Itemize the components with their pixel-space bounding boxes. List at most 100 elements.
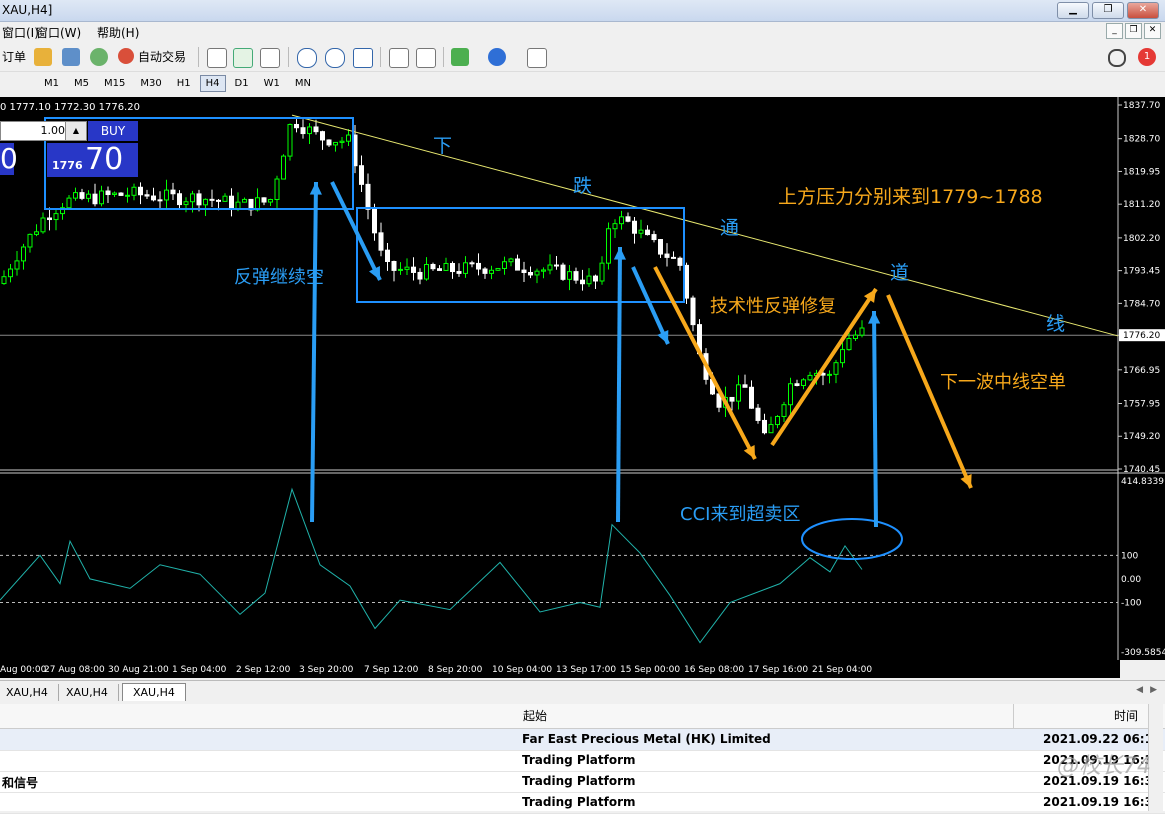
candle-body <box>53 213 59 221</box>
candle-body <box>450 262 455 273</box>
tab-right-arrow-icon[interactable]: ▶ <box>1150 685 1157 695</box>
mdi-close-button[interactable]: ✕ <box>1144 23 1161 39</box>
zoom-in-icon[interactable] <box>297 48 317 68</box>
timeframe-h4[interactable]: H4 <box>199 74 226 92</box>
mdi-restore-button[interactable]: ❐ <box>1125 23 1142 39</box>
y-tick-label: 1811.20 <box>1123 200 1160 210</box>
row-left: 和信号 <box>2 776 39 790</box>
tile-windows-icon[interactable] <box>353 48 373 68</box>
timeframe-m5[interactable]: M5 <box>68 75 95 92</box>
buy-price-box[interactable]: 1776 70 <box>47 143 138 177</box>
candle-body <box>853 334 858 340</box>
col-source[interactable]: 起始 <box>523 707 547 724</box>
menu-window[interactable]: 窗口(W) <box>36 24 81 41</box>
candle-body <box>775 415 780 426</box>
y-tick-label: 1802.20 <box>1123 234 1160 244</box>
buy-button[interactable]: BUY <box>88 121 138 141</box>
row-time: 2021.09.22 06:14 <box>1043 732 1162 746</box>
lot-up-button[interactable]: ▲ <box>65 121 87 141</box>
y-tick-label: 1793.45 <box>1123 267 1160 277</box>
candle-body <box>599 262 605 282</box>
lot-input[interactable]: 1.00 <box>0 121 66 141</box>
timeframe-d1[interactable]: D1 <box>229 75 255 92</box>
candle-body <box>502 261 507 269</box>
sell-price-big[interactable]: 0 <box>0 143 18 175</box>
candle-body <box>560 264 566 280</box>
timeframe-m30[interactable]: M30 <box>134 75 167 92</box>
x-tick-label: 7 Sep 12:00 <box>364 665 419 675</box>
chart-tab-3[interactable]: XAU,H4 <box>122 683 186 701</box>
clock-icon[interactable] <box>488 48 506 66</box>
table-row[interactable]: Far East Precious Metal (HK) Limited 202… <box>0 729 1165 751</box>
zoom-out-icon[interactable] <box>325 48 345 68</box>
price-chart: 414.8339 100 0.00 -100 -309.5854 1837.70 1828… <box>0 97 1165 660</box>
autoscroll-icon[interactable] <box>389 48 409 68</box>
chart-tab-1[interactable]: XAU,H4 <box>0 684 59 701</box>
annotation-cci-note: CCI来到超卖区 <box>680 504 800 525</box>
candle-body <box>534 270 540 276</box>
menu-help[interactable]: 帮助(H) <box>97 24 139 41</box>
candle-body <box>807 374 813 381</box>
line-chart-icon[interactable] <box>260 48 280 68</box>
timeframe-mn[interactable]: MN <box>289 75 317 92</box>
table-row[interactable]: 和信号 Trading Platform 2021.09.19 16:30 <box>0 771 1165 793</box>
candle-body <box>671 256 676 259</box>
candle-body <box>638 229 644 234</box>
indicators-icon[interactable] <box>451 48 469 66</box>
notification-badge[interactable]: 1 <box>1138 48 1156 66</box>
candle-body <box>469 262 475 265</box>
y-tick-label: 1766.95 <box>1123 366 1160 376</box>
timeframe-h1[interactable]: H1 <box>171 75 197 92</box>
candle-body <box>320 131 325 141</box>
y-tick-label: 1828.70 <box>1123 135 1160 145</box>
x-tick-label: 10 Sep 04:00 <box>492 665 552 675</box>
autotrade-button[interactable]: 自动交易 <box>138 47 186 67</box>
chart-shift-icon[interactable] <box>416 48 436 68</box>
table-row[interactable]: Trading Platform 2021.09.19 16:30 <box>0 750 1165 772</box>
menu-tools[interactable]: 窗口(I) <box>2 24 39 41</box>
window-title: XAU,H4] <box>2 3 53 17</box>
candle-body <box>515 258 520 271</box>
candle-body <box>47 217 52 221</box>
y-tick-label: 1837.70 <box>1123 101 1160 111</box>
candle-body <box>827 373 832 376</box>
minimize-button[interactable]: ▁ <box>1057 2 1089 19</box>
y-tick-label: 1757.95 <box>1123 399 1160 409</box>
tab-left-arrow-icon[interactable]: ◀ <box>1136 685 1143 695</box>
buy-price-small: 1776 <box>52 159 83 172</box>
chart-tab-2[interactable]: XAU,H4 <box>56 684 119 701</box>
candle-body <box>151 195 156 201</box>
restore-button[interactable]: ❐ <box>1092 2 1124 19</box>
autotrade-icon[interactable] <box>118 48 134 64</box>
x-tick-label: 15 Sep 00:00 <box>620 665 680 675</box>
col-time[interactable]: 时间 <box>1114 707 1138 724</box>
close-button[interactable]: ✕ <box>1127 2 1159 19</box>
candle-body <box>645 229 650 236</box>
candle-body <box>372 208 377 234</box>
order-button[interactable]: 订单 <box>2 47 26 67</box>
chart-area[interactable]: 414.8339 100 0.00 -100 -309.5854 1837.70 1828… <box>0 97 1165 660</box>
timeframe-m15[interactable]: M15 <box>98 75 131 92</box>
timeframe-m1[interactable]: M1 <box>38 75 65 92</box>
x-tick-label: 27 Aug 08:00 <box>44 665 105 675</box>
templates-icon[interactable] <box>527 48 547 68</box>
timeframe-w1[interactable]: W1 <box>258 75 286 92</box>
terminal-panel: 起始 时间 Far East Precious Metal (HK) Limit… <box>0 704 1165 814</box>
x-tick-label: 16 Sep 08:00 <box>684 665 744 675</box>
blue-arrow-5 <box>872 310 878 528</box>
signal-icon[interactable] <box>90 48 108 66</box>
candle-body <box>632 220 637 234</box>
bar-chart-icon[interactable] <box>207 48 227 68</box>
candle-body <box>495 267 501 271</box>
mdi-minimize-button[interactable]: _ <box>1106 23 1123 39</box>
candle-body <box>833 362 839 375</box>
candle-chart-icon[interactable] <box>233 48 253 68</box>
annotation-down: 下 <box>433 135 452 157</box>
tag-icon[interactable] <box>34 48 52 66</box>
candle-body <box>664 253 670 258</box>
database-icon[interactable] <box>62 48 80 66</box>
candle-body <box>261 197 267 203</box>
search-icon[interactable] <box>1108 49 1126 67</box>
candle-body <box>222 195 228 202</box>
candle-body <box>92 193 98 205</box>
